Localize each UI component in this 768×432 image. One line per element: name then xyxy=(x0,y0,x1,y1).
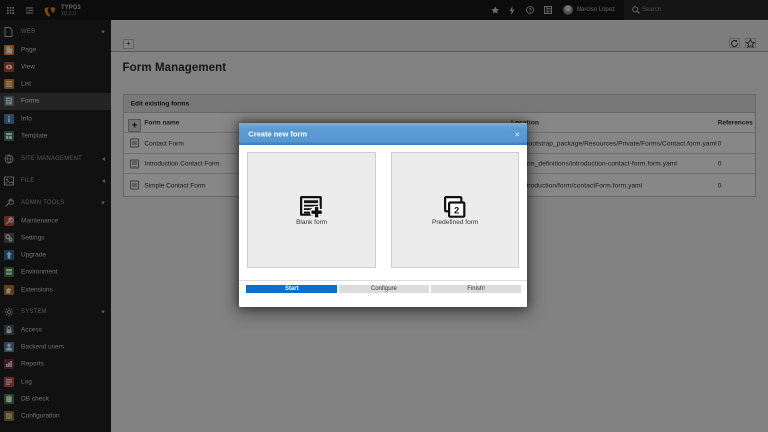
svg-text:2: 2 xyxy=(454,205,459,216)
